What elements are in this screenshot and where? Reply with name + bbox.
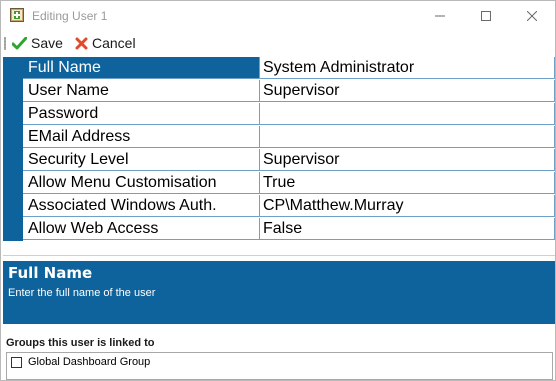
property-name[interactable]: User Name — [23, 80, 260, 102]
property-row[interactable]: Allow Web Access False — [23, 218, 555, 241]
description-text: Enter the full name of the user — [8, 287, 156, 299]
property-name[interactable]: Associated Windows Auth. — [23, 195, 260, 217]
cross-icon — [75, 37, 88, 49]
save-button[interactable]: Save — [12, 33, 63, 53]
groups-label: Groups this user is linked to — [6, 337, 155, 349]
editing-user-window: Editing User 1 Save Cancel Full Name Syst… — [0, 0, 556, 381]
description-title: Full Name — [8, 264, 93, 282]
window-title: Editing User 1 — [32, 9, 108, 23]
property-value[interactable]: Supervisor — [260, 149, 555, 171]
property-value[interactable] — [260, 103, 555, 125]
property-row[interactable]: User Name Supervisor — [23, 80, 555, 103]
app-icon — [10, 8, 24, 22]
cancel-label: Cancel — [92, 35, 136, 51]
description-panel: Full Name Enter the full name of the use… — [3, 261, 555, 324]
group-list-item[interactable]: Global Dashboard Group — [11, 356, 150, 368]
property-name[interactable]: Full Name — [23, 57, 260, 79]
close-button[interactable] — [509, 1, 555, 31]
checkmark-icon — [12, 36, 27, 49]
save-label: Save — [31, 35, 63, 51]
group-checkbox[interactable] — [11, 356, 22, 368]
property-value[interactable]: CP\Matthew.Murray — [260, 195, 555, 217]
property-row[interactable]: Associated Windows Auth. CP\Matthew.Murra… — [23, 195, 555, 218]
groups-list[interactable]: Global Dashboard Group — [6, 352, 553, 380]
cancel-button[interactable]: Cancel — [75, 33, 136, 53]
maximize-icon — [481, 11, 491, 21]
close-icon — [527, 11, 537, 21]
property-row[interactable]: Security Level Supervisor — [23, 149, 555, 172]
grid-gutter — [3, 57, 23, 241]
property-row[interactable]: EMail Address — [23, 126, 555, 149]
property-name[interactable]: Allow Web Access — [23, 218, 260, 240]
property-value[interactable]: Supervisor — [260, 80, 555, 102]
property-value[interactable] — [260, 126, 555, 148]
property-row[interactable]: Full Name System Administrator — [23, 57, 555, 80]
toolbar-grip[interactable] — [4, 37, 6, 50]
title-bar: Editing User 1 — [1, 1, 555, 31]
property-row[interactable]: Allow Menu Customisation True — [23, 172, 555, 195]
property-value[interactable]: True — [260, 172, 555, 194]
property-value[interactable]: False — [260, 218, 555, 240]
property-row[interactable]: Password — [23, 103, 555, 126]
property-name[interactable]: Password — [23, 103, 260, 125]
property-name[interactable]: Allow Menu Customisation — [23, 172, 260, 194]
property-grid: Full Name System Administrator User Name Su… — [3, 57, 555, 256]
maximize-button[interactable] — [463, 1, 509, 31]
minimize-button[interactable] — [417, 1, 463, 31]
minimize-icon — [435, 15, 445, 17]
property-name[interactable]: Security Level — [23, 149, 260, 171]
group-label: Global Dashboard Group — [28, 356, 151, 368]
toolbar: Save Cancel — [1, 31, 555, 55]
property-value[interactable]: System Administrator — [260, 57, 555, 79]
property-name[interactable]: EMail Address — [23, 126, 260, 148]
